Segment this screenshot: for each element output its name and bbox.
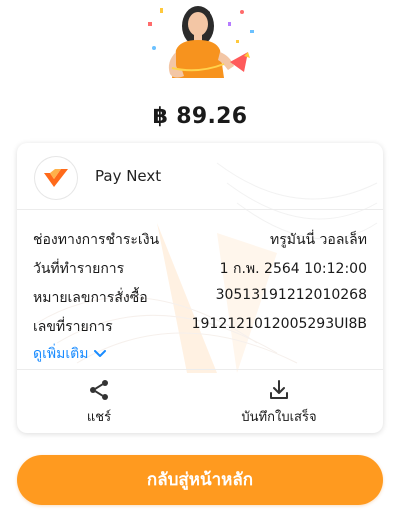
receipt-screen: ฿ 89.26 Pay Next ช่องทางการชำระเงิน ทรูม… [0, 0, 400, 520]
merchant-name: Pay Next [95, 167, 162, 185]
merchant-row: Pay Next [17, 143, 383, 210]
share-button[interactable]: แชร์ [39, 378, 159, 427]
receipt-card: Pay Next ช่องทางการชำระเงิน ทรูมันนี่ วอ… [17, 143, 383, 433]
detail-row-transaction-date: วันที่ทำรายการ 1 ก.พ. 2564 10:12:00 [33, 254, 367, 283]
share-icon [90, 380, 108, 400]
detail-value: 1912121012005293UI8B [191, 316, 367, 332]
detail-label: หมายเลขการสั่งซื้อ [33, 290, 148, 306]
celebration-illustration [148, 6, 254, 78]
back-to-home-button[interactable]: กลับสู่หน้าหลัก [17, 455, 383, 505]
detail-value: ทรูมันนี่ วอลเล็ท [269, 232, 367, 248]
detail-row-transaction-id: เลขที่รายการ 1912121012005293UI8B [33, 312, 367, 341]
see-more-link[interactable]: ดูเพิ่มเติม [33, 343, 107, 365]
receipt-actions: แชร์ บันทึกใบเสร็จ [17, 369, 383, 433]
download-icon [270, 380, 288, 399]
see-more-label: ดูเพิ่มเติม [33, 346, 89, 362]
transaction-details: ช่องทางการชำระเงิน ทรูมันนี่ วอลเล็ท วัน… [33, 225, 367, 341]
chevron-down-icon [94, 346, 107, 362]
detail-value: 30513191212010268 [215, 287, 367, 303]
detail-label: วันที่ทำรายการ [33, 261, 125, 277]
detail-value: 1 ก.พ. 2564 10:12:00 [219, 261, 367, 277]
detail-label: ช่องทางการชำระเงิน [33, 232, 160, 248]
amount-value: 89.26 [176, 104, 248, 129]
save-receipt-button[interactable]: บันทึกใบเสร็จ [219, 378, 339, 427]
receipt-amount: ฿ 89.26 [0, 104, 400, 129]
detail-label: เลขที่รายการ [33, 319, 113, 335]
pay-next-logo-icon [35, 157, 77, 199]
detail-row-payment-channel: ช่องทางการชำระเงิน ทรูมันนี่ วอลเล็ท [33, 225, 367, 254]
save-receipt-label: บันทึกใบเสร็จ [241, 410, 317, 425]
detail-row-order-number: หมายเลขการสั่งซื้อ 30513191212010268 [33, 283, 367, 312]
share-label: แชร์ [86, 410, 112, 425]
currency-symbol: ฿ [152, 104, 169, 129]
